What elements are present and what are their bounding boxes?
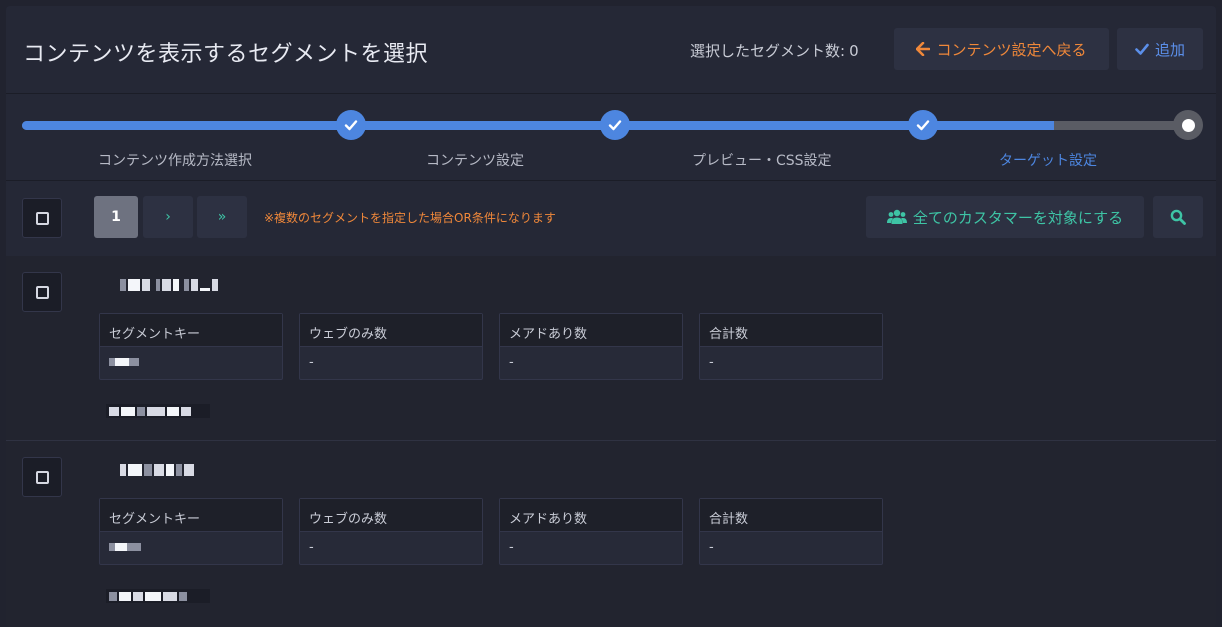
segment-description-redacted — [106, 589, 210, 603]
content-frame: コンテンツを表示するセグメントを選択 選択したセグメント数: 0 コンテンツ設定へ… — [6, 6, 1216, 627]
segment-checkbox[interactable] — [22, 272, 62, 312]
step-label-preview-css[interactable]: プレビュー・CSS設定 — [692, 150, 832, 170]
target-all-customers-button[interactable]: 全てのカスタマーを対象にする — [866, 196, 1144, 238]
web-only-count-value: - — [309, 540, 314, 555]
check-icon — [344, 120, 358, 131]
back-to-content-settings-button[interactable]: コンテンツ設定へ戻る — [894, 28, 1109, 70]
total-count-header: 合計数 — [700, 499, 882, 532]
step-label-content-settings[interactable]: コンテンツ設定 — [426, 150, 524, 170]
web-only-count-cell: ウェブのみ数 - — [299, 498, 483, 565]
with-email-count-header: メアドあり数 — [500, 314, 682, 347]
selected-segment-count: 選択したセグメント数: 0 — [690, 40, 859, 61]
segment-description-redacted — [106, 404, 210, 418]
segment-checkbox[interactable] — [22, 457, 62, 497]
segment-row: セグメントキー ウェブのみ数 - メアドあり数 - 合計数 - — [6, 256, 1216, 441]
segment-key-header: セグメントキー — [100, 499, 282, 532]
add-button-label: 追加 — [1154, 40, 1185, 59]
arrow-left-icon — [916, 42, 931, 56]
segment-key-header: セグメントキー — [100, 314, 282, 347]
total-count-value: - — [709, 540, 714, 555]
add-button[interactable]: 追加 — [1117, 28, 1203, 70]
search-button[interactable] — [1153, 196, 1203, 238]
step-3-done-marker — [908, 110, 938, 140]
search-icon — [1170, 209, 1186, 225]
segment-name-redacted — [120, 276, 240, 294]
with-email-count-header: メアドあり数 — [500, 499, 682, 532]
with-email-count-cell: メアドあり数 - — [499, 498, 683, 565]
target-all-customers-label: 全てのカスタマーを対象にする — [912, 208, 1124, 227]
with-email-count-value: - — [509, 540, 514, 555]
segment-key-cell: セグメントキー — [99, 498, 283, 565]
or-condition-note: ※複数のセグメントを指定した場合OR条件になります — [264, 211, 556, 225]
check-icon — [1135, 43, 1149, 55]
segment-key-value-redacted — [100, 347, 282, 380]
total-count-value: - — [709, 355, 714, 370]
web-only-count-value: - — [309, 355, 314, 370]
segment-key-value-redacted — [100, 532, 282, 565]
selected-count-value: 0 — [849, 42, 859, 60]
page-1-button[interactable]: 1 — [94, 196, 138, 238]
web-only-count-header: ウェブのみ数 — [300, 499, 482, 532]
step-label-creation-method[interactable]: コンテンツ作成方法選択 — [98, 150, 252, 170]
segment-row: セグメントキー ウェブのみ数 - メアドあり数 - 合計数 - — [6, 441, 1216, 627]
next-page-button[interactable]: › — [143, 196, 193, 238]
total-count-cell: 合計数 - — [699, 313, 883, 380]
selected-count-label: 選択したセグメント数: — [690, 42, 846, 60]
last-page-button[interactable]: » — [197, 196, 247, 238]
with-email-count-value: - — [509, 355, 514, 370]
web-only-count-header: ウェブのみ数 — [300, 314, 482, 347]
web-only-count-cell: ウェブのみ数 - — [299, 313, 483, 380]
step-4-current-marker — [1173, 110, 1203, 140]
step-2-done-marker — [600, 110, 630, 140]
select-all-checkbox[interactable] — [22, 198, 62, 238]
check-icon — [916, 120, 930, 131]
step-label-target-settings[interactable]: ターゲット設定 — [999, 150, 1097, 170]
page-title: コンテンツを表示するセグメントを選択 — [23, 42, 429, 67]
progress-stepper: コンテンツ作成方法選択 コンテンツ設定 プレビュー・CSS設定 ターゲット設定 — [6, 94, 1216, 181]
checkbox-icon — [35, 211, 49, 225]
with-email-count-cell: メアドあり数 - — [499, 313, 683, 380]
segment-toolbar: 1 › » ※複数のセグメントを指定した場合OR条件になります 全てのカスタマー… — [6, 182, 1216, 256]
checkbox-icon — [35, 470, 49, 484]
check-icon — [608, 120, 622, 131]
stepper-progress-fill — [22, 121, 1055, 130]
users-icon — [886, 209, 907, 224]
step-1-done-marker — [336, 110, 366, 140]
page-header: コンテンツを表示するセグメントを選択 選択したセグメント数: 0 コンテンツ設定へ… — [6, 6, 1216, 94]
current-step-dot — [1181, 118, 1195, 132]
checkbox-icon — [35, 285, 49, 299]
total-count-header: 合計数 — [700, 314, 882, 347]
segment-name-redacted — [120, 461, 240, 479]
total-count-cell: 合計数 - — [699, 498, 883, 565]
back-button-label: コンテンツ設定へ戻る — [936, 40, 1087, 59]
segment-key-cell: セグメントキー — [99, 313, 283, 380]
